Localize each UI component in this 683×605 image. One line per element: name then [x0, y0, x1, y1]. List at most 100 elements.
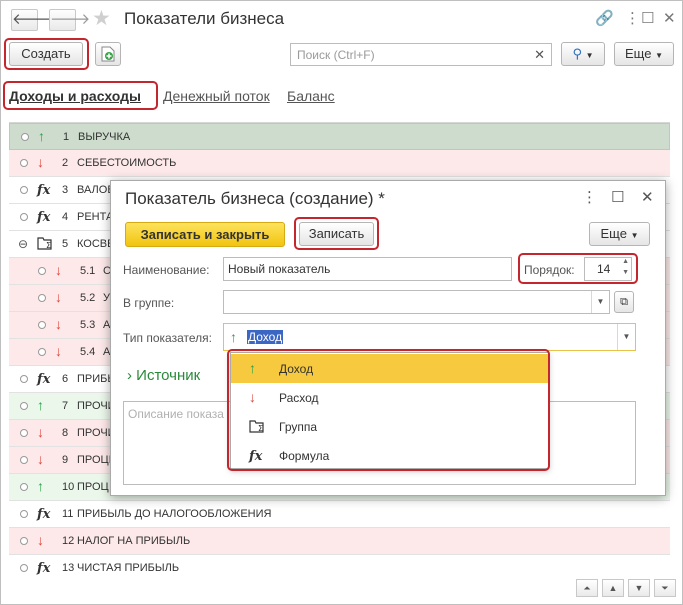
maximize-icon[interactable]: ☐ — [611, 188, 624, 206]
table-row[interactable]: ↓ 12 НАЛОГ НА ПРИБЫЛЬ — [9, 528, 670, 555]
row-marker-icon — [20, 159, 28, 167]
type-label: Тип показателя: — [123, 331, 212, 345]
tab-cash-flow[interactable]: Денежный поток — [163, 88, 270, 104]
row-name: КОСВЕ — [77, 238, 115, 250]
tab-balance[interactable]: Баланс — [287, 88, 335, 104]
row-marker-icon — [20, 483, 28, 491]
search-button[interactable]: ⚲ ▼ — [561, 42, 605, 66]
formula-icon: fx — [37, 372, 51, 387]
open-window-icon: ⧉ — [620, 296, 628, 308]
row-number: 7 — [62, 400, 69, 412]
arrow-down-icon: ↓ — [55, 262, 62, 278]
formula-icon: fx — [37, 507, 51, 522]
more-button[interactable]: Еще ▼ — [614, 42, 674, 66]
order-value: 14 — [597, 262, 611, 276]
source-section[interactable]: › Источник — [127, 367, 200, 384]
table-row[interactable]: ↓ 2 СЕБЕСТОИМОСТЬ — [9, 150, 670, 177]
close-icon[interactable]: ✕ — [641, 188, 654, 206]
svg-text:Σ: Σ — [46, 241, 51, 250]
document-plus-icon — [101, 46, 115, 62]
save-and-close-button[interactable]: Записать и закрыть — [125, 222, 285, 247]
table-row[interactable]: fx 11 ПРИБЫЛЬ ДО НАЛОГООБЛОЖЕНИЯ — [9, 501, 670, 528]
table-row[interactable]: ↑ 1 ВЫРУЧКА — [9, 123, 670, 150]
row-number: 13 — [62, 562, 75, 574]
row-number: 1 — [63, 131, 70, 143]
scroll-down-button[interactable]: ▼ — [628, 579, 650, 597]
row-marker-icon — [20, 213, 28, 221]
row-name: НАЛОГ НА ПРИБЫЛЬ — [77, 535, 191, 547]
title-bar: 🡐 🡒 ★ Показатели бизнеса 🔗 ⋮ ☐ ✕ — [1, 1, 682, 37]
formula-icon: fx — [37, 210, 51, 225]
stepper-up-icon[interactable]: ▲ — [622, 258, 629, 265]
row-marker-icon — [20, 186, 28, 194]
row-marker-icon — [38, 267, 46, 275]
stepper-down-icon[interactable]: ▼ — [622, 269, 629, 276]
create-button[interactable]: Создать — [9, 42, 83, 66]
chevron-right-icon: › — [127, 367, 132, 384]
arrow-up-icon: ↑ — [38, 128, 45, 144]
name-input[interactable]: Новый показатель — [223, 257, 512, 281]
maximize-icon[interactable]: ☐ — [641, 9, 654, 27]
open-group-button[interactable]: ⧉ — [614, 291, 634, 313]
dialog-more-button[interactable]: Еще ▼ — [589, 222, 650, 246]
row-number: 4 — [62, 211, 69, 223]
add-copy-button[interactable] — [95, 42, 121, 66]
row-name: ЧИСТАЯ ПРИБЫЛЬ — [77, 562, 180, 574]
table-row[interactable]: fx 13 ЧИСТАЯ ПРИБЫЛЬ — [9, 555, 670, 580]
row-name: У — [103, 292, 110, 304]
row-marker-icon — [38, 321, 46, 329]
row-marker-icon — [38, 294, 46, 302]
forward-button[interactable]: 🡒 — [49, 9, 90, 31]
row-number: 5 — [62, 238, 69, 250]
row-number: 9 — [62, 454, 69, 466]
row-number: 2 — [62, 157, 69, 169]
chevron-down-icon[interactable]: ▼ — [617, 324, 635, 350]
source-label: Источник — [136, 367, 201, 384]
back-button[interactable]: 🡐 — [11, 9, 52, 31]
chevron-down-icon: ▼ — [630, 231, 639, 240]
row-number: 5.3 — [80, 319, 96, 331]
group-select[interactable]: ▼ — [223, 290, 610, 314]
arrow-up-icon: ↑ — [37, 397, 44, 413]
row-number: 8 — [62, 427, 69, 439]
scroll-up-button[interactable]: ▲ — [602, 579, 624, 597]
arrow-down-icon: ↓ — [55, 316, 62, 332]
row-number: 5.4 — [80, 346, 96, 358]
arrow-down-icon: ↓ — [37, 424, 44, 440]
close-icon[interactable]: ✕ — [663, 9, 676, 27]
scroll-bottom-button[interactable]: ⏷ — [654, 579, 676, 597]
row-number: 6 — [62, 373, 69, 385]
chevron-down-icon: ▼ — [585, 51, 594, 60]
arrow-down-icon: ↓ — [37, 154, 44, 170]
collapse-icon[interactable]: ⊖ — [18, 237, 28, 251]
description-placeholder: Описание показа — [128, 407, 224, 421]
more-vertical-icon[interactable]: ⋮ — [625, 9, 640, 27]
link-icon[interactable]: 🔗 — [595, 9, 614, 27]
tab-income-expenses[interactable]: Доходы и расходы — [9, 88, 141, 104]
chevron-down-icon[interactable]: ▼ — [591, 291, 609, 313]
dropdown-highlight — [227, 349, 550, 471]
row-marker-icon — [20, 456, 28, 464]
arrow-right-icon: 🡒 — [50, 11, 91, 28]
arrow-down-icon: ↓ — [55, 289, 62, 305]
type-value: Доход — [247, 330, 284, 344]
favorite-star-icon[interactable]: ★ — [92, 6, 111, 31]
chevron-down-icon: ▼ — [655, 51, 663, 60]
formula-icon: fx — [37, 561, 51, 576]
save-button[interactable]: Записать — [299, 222, 374, 246]
row-number: 11 — [62, 508, 74, 520]
search-icon: ⚲ — [572, 46, 582, 61]
scroll-top-button[interactable]: ⏶ — [576, 579, 598, 597]
arrow-up-icon: ↑ — [37, 478, 44, 494]
dialog-title: Показатель бизнеса (создание) * — [125, 189, 385, 208]
search-input[interactable]: Поиск (Ctrl+F) ✕ — [290, 43, 552, 66]
row-marker-icon — [20, 429, 28, 437]
more-label: Еще — [625, 46, 652, 61]
row-marker-icon — [38, 348, 46, 356]
row-marker-icon — [20, 537, 28, 545]
row-number: 5.1 — [80, 265, 96, 277]
clear-icon[interactable]: ✕ — [534, 47, 545, 63]
order-stepper[interactable]: 14 ▲ ▼ — [584, 257, 632, 281]
more-vertical-icon[interactable]: ⋮ — [582, 188, 597, 206]
type-select[interactable]: ↑ Доход ▼ — [223, 323, 636, 351]
